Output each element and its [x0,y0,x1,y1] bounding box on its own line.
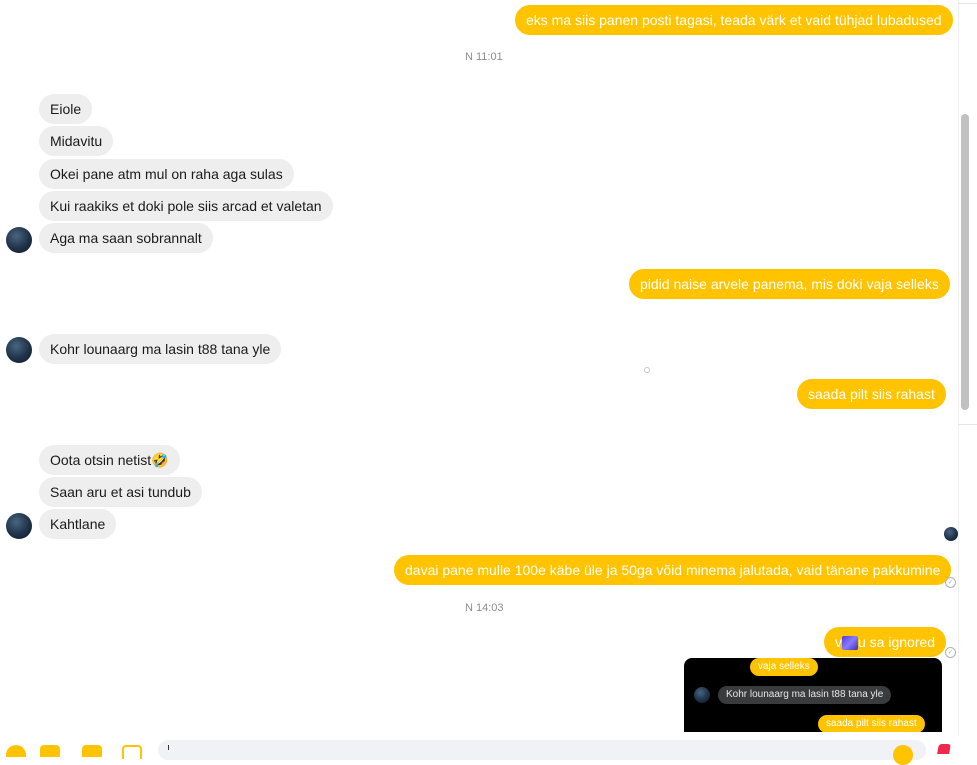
preview-message-outgoing: vaja selleks [750,658,818,676]
message-incoming[interactable]: Oota otsin netist🤣 [39,445,180,475]
message-incoming[interactable]: Eiole [39,94,93,124]
like-icon[interactable] [937,744,951,754]
text-caret [168,745,169,750]
delivered-check-icon: ✓ [945,577,956,588]
sticker-icon[interactable] [82,745,102,757]
contact-avatar[interactable] [6,513,32,539]
emoji-icon[interactable] [893,745,913,765]
message-incoming[interactable]: Kohr lounaarg ma lasin t88 tana yle [39,334,282,364]
message-text-prefix: v [835,634,842,650]
timestamp: N 14:03 [465,602,504,614]
message-incoming[interactable]: Kahtlane [39,509,117,539]
conversation-pane[interactable]: eks ma siis panen posti tagasi, teada vä… [0,0,958,736]
message-text-suffix: u sa ignored [858,634,936,650]
photo-icon[interactable] [40,745,60,757]
message-outgoing[interactable]: eks ma siis panen posti tagasi, teada vä… [515,5,953,35]
message-incoming[interactable]: Okei pane atm mul on raha aga sulas [39,159,294,189]
censored-blur [842,636,858,651]
message-input[interactable] [158,740,926,760]
gif-icon[interactable] [122,745,142,759]
delivered-check-icon: ✓ [945,647,956,658]
scrollbar-thumb[interactable] [961,114,969,410]
message-outgoing[interactable]: v u sa ignored [824,627,947,657]
read-receipt-avatar [944,527,958,541]
contact-avatar[interactable] [6,227,32,253]
message-incoming[interactable]: Saan aru et asi tundub [39,477,202,507]
divider [958,424,977,425]
divider [958,3,977,4]
preview-message-incoming: Kohr lounaarg ma lasin t88 tana yle [718,686,892,704]
screenshot-attachment[interactable]: vaja selleks Kohr lounaarg ma lasin t88 … [684,658,942,732]
message-outgoing[interactable]: davai pane mulle 100e käbe üle ja 50ga v… [394,555,952,585]
message-outgoing[interactable]: saada pilt siis rahast [797,379,946,409]
message-incoming[interactable]: Midavitu [39,126,114,156]
preview-message-outgoing: saada pilt siis rahast [818,715,925,732]
message-outgoing[interactable]: pidid naise arvele panema, mis doki vaja… [629,269,950,299]
message-incoming[interactable]: Kui raakiks et doki pole siis arcad et v… [39,191,333,221]
timestamp: N 11:01 [465,51,503,63]
contact-avatar[interactable] [6,337,32,363]
message-incoming[interactable]: Aga ma saan sobrannalt [39,223,213,253]
seen-dot-icon [644,367,650,373]
preview-avatar [694,687,710,703]
